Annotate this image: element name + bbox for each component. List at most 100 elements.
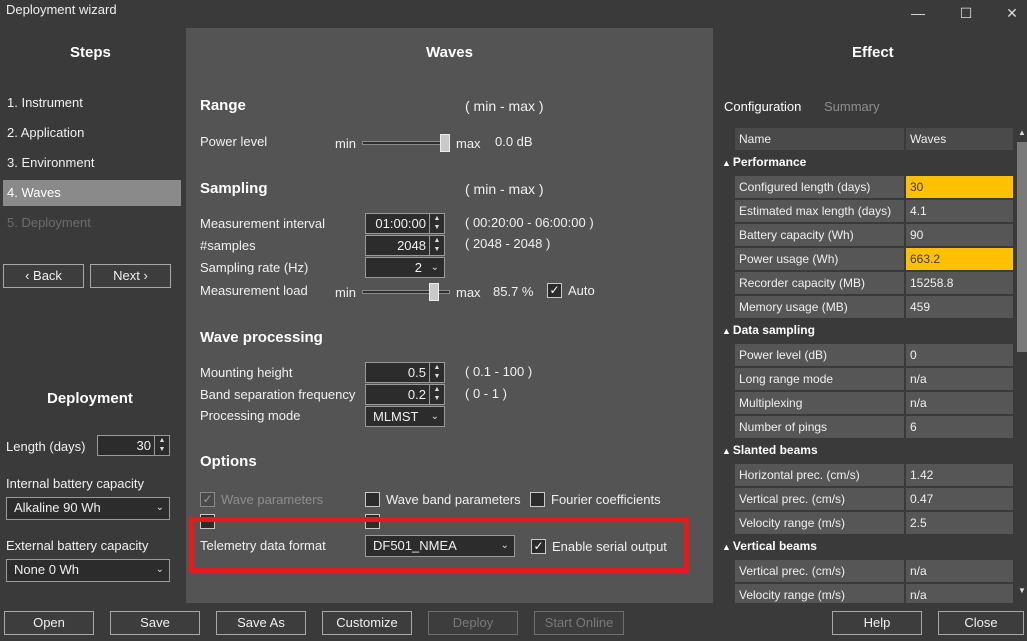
save-button[interactable]: Save [110, 611, 200, 635]
row-value: n/a [906, 560, 1013, 582]
length-stepper[interactable]: ▲ ▼ [154, 436, 169, 455]
step-item[interactable]: 1. Instrument [6, 90, 180, 116]
customize-button[interactable]: Customize [322, 611, 412, 635]
row-value: 4.1 [906, 200, 1013, 222]
group-title: Slanted beams [732, 443, 818, 457]
row-value: 6 [906, 416, 1013, 438]
auto-checkbox[interactable]: ✓ [547, 283, 562, 298]
external-battery-label: External battery capacity [6, 538, 149, 553]
scrollbar-thumb[interactable] [1017, 142, 1027, 352]
measurement-load-value: 85.7 % [493, 284, 534, 299]
chevron-down-icon: ⌄ [430, 262, 439, 273]
band-separation-stepper[interactable]: ▲ ▼ [429, 385, 444, 404]
maximize-icon[interactable]: ☐ [955, 3, 977, 23]
collapse-caret-icon[interactable]: ▲ [722, 158, 731, 168]
tab-summary[interactable]: Summary [824, 99, 880, 114]
collapse-caret-icon[interactable]: ▲ [722, 326, 731, 336]
internal-battery-select[interactable]: Alkaline 90 Wh ⌄ [6, 497, 170, 520]
window-title: Deployment wizard [6, 2, 117, 17]
scroll-down-icon[interactable]: ▼ [1017, 586, 1027, 598]
help-button[interactable]: Help [832, 611, 922, 635]
table-row[interactable]: Power level (dB) 0 [735, 344, 1013, 366]
start-online-button[interactable]: Start Online [534, 611, 624, 635]
save-as-button[interactable]: Save As [216, 611, 306, 635]
samples-input[interactable]: 2048 ▲ ▼ [365, 235, 445, 256]
wave-band-parameters-label: Wave band parameters [386, 492, 521, 507]
measurement-interval-input[interactable]: 01:00:00 ▲ ▼ [365, 213, 445, 234]
auto-label: Auto [568, 283, 595, 298]
sampling-rate-select[interactable]: 2 ⌄ [365, 257, 445, 278]
power-level-slider-track[interactable] [362, 141, 450, 145]
group-header[interactable]: ▲ Data sampling [722, 323, 815, 337]
table-row[interactable]: Long range mode n/a [735, 368, 1013, 390]
power-level-label: Power level [200, 134, 268, 149]
mounting-height-input[interactable]: 0.5 ▲ ▼ [365, 362, 445, 383]
tab-configuration[interactable]: Configuration [724, 99, 801, 114]
external-battery-select[interactable]: None 0 Wh ⌄ [6, 559, 170, 582]
measurement-interval-value: 01:00:00 [375, 216, 426, 231]
measurement-load-label: Measurement load [200, 283, 308, 298]
effect-table-header: Name Waves [735, 128, 1013, 150]
mounting-height-value: 0.5 [407, 365, 426, 380]
table-row[interactable]: Power usage (Wh) 663.2 [735, 248, 1013, 270]
step-item[interactable]: 4. Waves [3, 180, 181, 206]
length-input[interactable]: 30 ▲ ▼ [97, 435, 170, 456]
sampling-rate-label: Sampling rate (Hz) [200, 260, 309, 275]
minimize-icon[interactable]: — [907, 3, 929, 23]
close-icon[interactable]: ✕ [1001, 3, 1023, 23]
table-row[interactable]: Estimated max length (days) 4.1 [735, 200, 1013, 222]
close-button[interactable]: Close [938, 611, 1024, 635]
effect-scrollbar[interactable]: ▲ ▼ [1015, 128, 1027, 602]
row-name: Horizontal prec. (cm/s) [735, 464, 904, 486]
power-level-value: 0.0 dB [495, 134, 533, 149]
next-button[interactable]: Next › [90, 264, 171, 288]
band-separation-input[interactable]: 0.2 ▲ ▼ [365, 384, 445, 405]
group-header[interactable]: ▲ Slanted beams [722, 443, 818, 457]
table-row[interactable]: Configured length (days) 30 [735, 176, 1013, 198]
table-row[interactable]: Memory usage (MB) 459 [735, 296, 1013, 318]
mounting-height-stepper[interactable]: ▲ ▼ [429, 363, 444, 382]
wave-band-parameters-checkbox[interactable] [365, 492, 380, 507]
processing-mode-select[interactable]: MLMST ⌄ [365, 406, 445, 427]
length-value: 30 [136, 438, 151, 453]
measurement-interval-stepper[interactable]: ▲ ▼ [429, 214, 444, 233]
table-row[interactable]: Recorder capacity (MB) 15258.8 [735, 272, 1013, 294]
scroll-up-icon[interactable]: ▲ [1017, 128, 1027, 140]
back-button[interactable]: ‹ Back [3, 264, 84, 288]
collapse-caret-icon[interactable]: ▲ [722, 542, 731, 552]
table-row[interactable]: Vertical prec. (cm/s) n/a [735, 560, 1013, 582]
collapse-caret-icon[interactable]: ▲ [722, 446, 731, 456]
check-icon: ✓ [202, 492, 213, 506]
row-value: 15258.8 [906, 272, 1013, 294]
measurement-load-slider-thumb[interactable] [428, 283, 439, 301]
table-row[interactable]: Vertical prec. (cm/s) 0.47 [735, 488, 1013, 510]
group-header[interactable]: ▲ Performance [722, 155, 806, 169]
step-item[interactable]: 2. Application [6, 120, 180, 146]
chevron-down-icon: ⌄ [155, 502, 164, 513]
title-bar: Deployment wizard — ☐ ✕ [0, 0, 1027, 28]
chevron-down-icon: ⌄ [430, 411, 439, 422]
fourier-coefficients-label: Fourier coefficients [551, 492, 661, 507]
measurement-interval-label: Measurement interval [200, 216, 325, 231]
row-name: Long range mode [735, 368, 904, 390]
table-row[interactable]: Battery capacity (Wh) 90 [735, 224, 1013, 246]
measurement-interval-range: ( 00:20:00 - 06:00:00 ) [465, 215, 594, 230]
range-hint: ( min - max ) [465, 98, 544, 114]
group-header[interactable]: ▲ Vertical beams [722, 539, 817, 553]
effect-heading: Effect [852, 44, 894, 61]
fourier-coefficients-checkbox[interactable] [530, 492, 545, 507]
mounting-height-label: Mounting height [200, 365, 293, 380]
step-item[interactable]: 3. Environment [6, 150, 180, 176]
open-button[interactable]: Open [4, 611, 94, 635]
column-value[interactable]: Waves [906, 128, 1013, 150]
table-row[interactable]: Multiplexing n/a [735, 392, 1013, 414]
table-row[interactable]: Velocity range (m/s) 2.5 [735, 512, 1013, 534]
table-row[interactable]: Horizontal prec. (cm/s) 1.42 [735, 464, 1013, 486]
options-title: Options [200, 453, 257, 470]
samples-stepper[interactable]: ▲ ▼ [429, 236, 444, 255]
deploy-button[interactable]: Deploy [428, 611, 518, 635]
column-name[interactable]: Name [735, 128, 904, 150]
table-row[interactable]: Number of pings 6 [735, 416, 1013, 438]
deployment-heading: Deployment [47, 390, 133, 407]
power-level-slider-thumb[interactable] [440, 134, 450, 152]
